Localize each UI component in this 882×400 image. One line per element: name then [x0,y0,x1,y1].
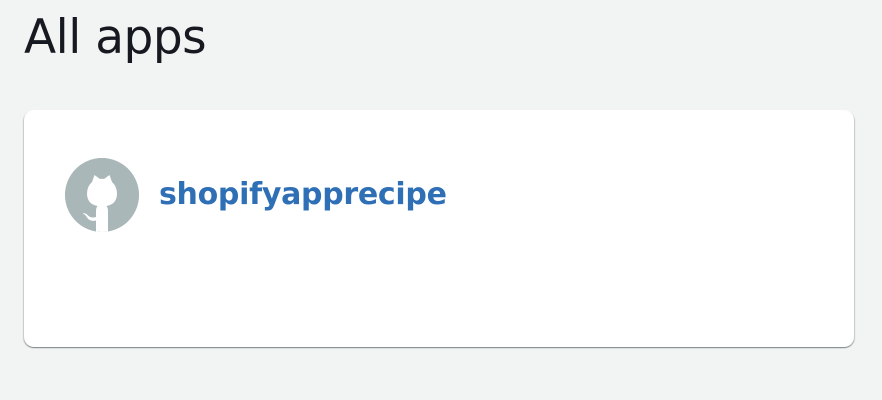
page-title: All apps [24,10,207,65]
github-icon [65,158,139,232]
app-list-item[interactable]: shopifyapprecipe [65,158,447,232]
app-card: shopifyapprecipe [24,110,854,347]
apps-page: All apps shopifyapprecipe [0,0,882,400]
app-name-link[interactable]: shopifyapprecipe [159,175,447,215]
